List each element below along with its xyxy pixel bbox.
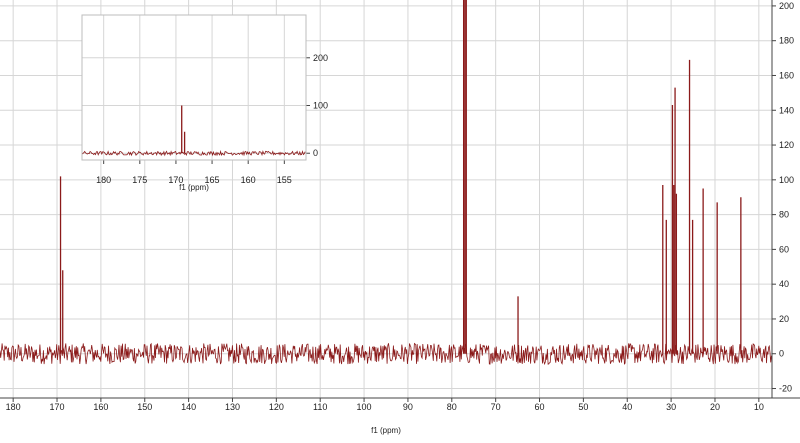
y-tick-label: 200 xyxy=(313,53,328,63)
x-tick-label: 70 xyxy=(491,402,501,412)
y-tick-label: 40 xyxy=(779,279,789,289)
x-tick-label: 140 xyxy=(181,402,196,412)
x-tick-label: 20 xyxy=(710,402,720,412)
y-tick-label: 100 xyxy=(313,101,328,111)
y-tick-label: 60 xyxy=(779,244,789,254)
x-tick-label: 60 xyxy=(535,402,545,412)
x-tick-label: 10 xyxy=(754,402,764,412)
x-tick-label: 130 xyxy=(225,402,240,412)
x-tick-label: 40 xyxy=(622,402,632,412)
x-tick-label: 50 xyxy=(578,402,588,412)
y-tick-label: 140 xyxy=(779,105,794,115)
nmr-spectrum-figure: 180 170 160 150 140 130 120 110 100 90 80 70 60 50 40 3… xyxy=(0,0,800,438)
x-tick-label: 160 xyxy=(241,175,256,185)
x-tick-label: 155 xyxy=(277,175,292,185)
x-tick-label: 160 xyxy=(93,402,108,412)
x-tick-label: 80 xyxy=(447,402,457,412)
y-tick-label: 100 xyxy=(779,175,794,185)
x-tick-label: 30 xyxy=(666,402,676,412)
y-tick-label: 0 xyxy=(779,349,784,359)
spectrum-canvas: 180 170 160 150 140 130 120 110 100 90 80 70 60 50 40 3… xyxy=(0,0,800,435)
y-tick-label: 20 xyxy=(779,314,789,324)
y-tick-label: 160 xyxy=(779,70,794,80)
x-tick-label: 150 xyxy=(137,402,152,412)
y-tick-label: 120 xyxy=(779,140,794,150)
x-tick-label: 180 xyxy=(6,402,21,412)
x-tick-label: 110 xyxy=(313,402,327,412)
x-tick-label: 120 xyxy=(269,402,284,412)
y-tick-label: 80 xyxy=(779,210,789,220)
x-tick-label: 90 xyxy=(403,402,413,412)
x-axis-title: f1 (ppm) xyxy=(179,183,209,192)
x-tick-label: 170 xyxy=(50,402,65,412)
x-tick-label: 175 xyxy=(132,175,147,185)
inset-plot: 180 175 170 165 160 155f1 (ppm)0100200 xyxy=(81,14,328,192)
y-tick-label: -20 xyxy=(779,384,792,394)
y-tick-label: 200 xyxy=(779,1,794,11)
inset-background xyxy=(82,15,306,160)
x-tick-label: 100 xyxy=(357,402,372,412)
y-tick-label: 0 xyxy=(313,148,318,158)
x-axis-title: f1 (ppm) xyxy=(371,426,401,435)
y-tick-label: 180 xyxy=(779,36,794,46)
x-tick-label: 180 xyxy=(96,175,111,185)
